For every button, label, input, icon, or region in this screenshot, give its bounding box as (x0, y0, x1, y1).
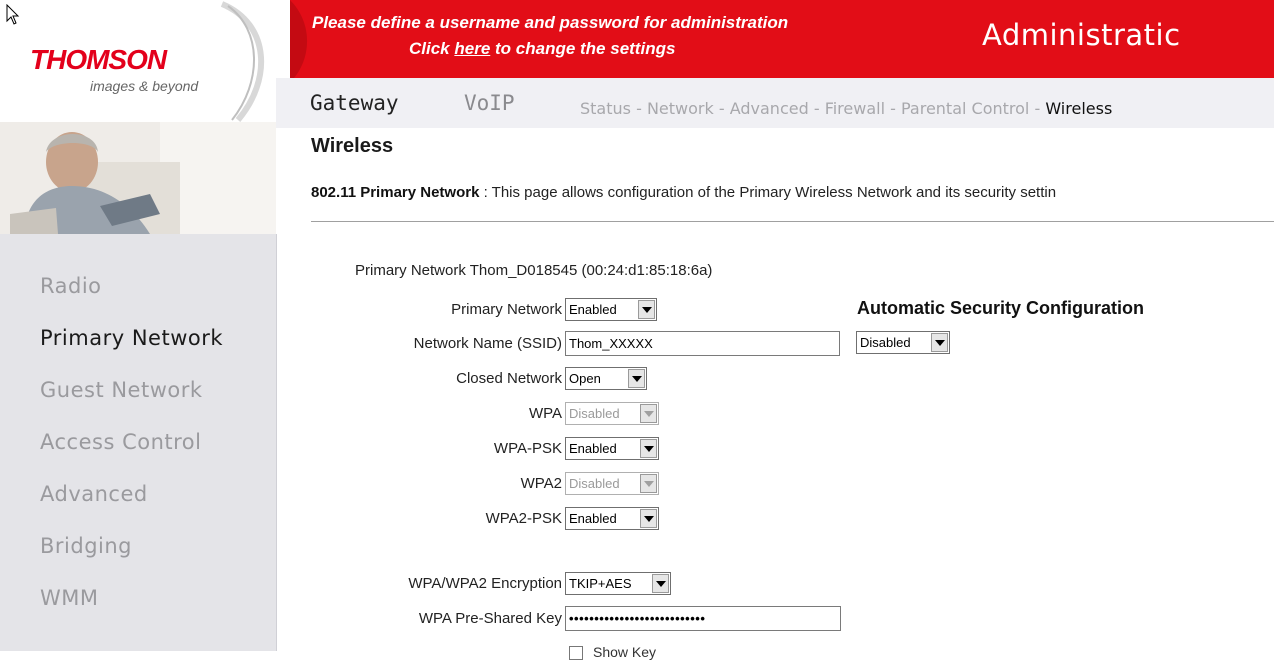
ssid-label: Network Name (SSID) (413, 335, 562, 352)
subnav-advanced[interactable]: Advanced (730, 99, 809, 118)
subnav-network[interactable]: Network (647, 99, 714, 118)
change-settings-link[interactable]: here (454, 39, 490, 58)
primary-network-select[interactable]: Enabled (565, 298, 657, 321)
sidebar-item-bridging[interactable]: Bridging (40, 534, 132, 558)
page-description: 802.11 Primary Network : This page allow… (311, 184, 1057, 201)
network-heading: Primary Network Thom_D018545 (00:24:d1:8… (355, 262, 713, 279)
wpa-label: WPA (528, 405, 562, 422)
tab-voip[interactable]: VoIP (464, 91, 515, 115)
subnav-parental-control[interactable]: Parental Control (901, 99, 1029, 118)
primary-network-label: Primary Network (451, 301, 562, 318)
chevron-down-icon (652, 574, 669, 593)
page-title: Wireless (311, 135, 394, 157)
mouse-cursor-icon (6, 4, 20, 25)
psk-masked-value: ••••••••••••••••••••••••••• (569, 611, 706, 626)
chevron-down-icon (640, 474, 657, 493)
show-key-checkbox[interactable]: Show Key (569, 644, 656, 660)
top-banner: Please define a username and password fo… (290, 0, 1274, 78)
chevron-down-icon (640, 404, 657, 423)
logo-area: THOMSON images & beyond (0, 0, 276, 122)
sidebar-item-wmm[interactable]: WMM (40, 586, 99, 610)
admin-notice-line2: Click here to change the settings (409, 39, 676, 58)
subnav-firewall[interactable]: Firewall (825, 99, 885, 118)
auto-security-select[interactable]: Disabled (856, 331, 950, 354)
chevron-down-icon (638, 300, 655, 319)
page-section-title: Administratic (982, 18, 1181, 52)
closed-network-select[interactable]: Open (565, 367, 647, 390)
chevron-down-icon (931, 333, 948, 352)
psk-label: WPA Pre-Shared Key (418, 610, 562, 627)
wpa2-psk-select[interactable]: Enabled (565, 507, 659, 530)
psk-input[interactable]: ••••••••••••••••••••••••••• (565, 606, 841, 631)
admin-notice-line1: Please define a username and password fo… (312, 13, 789, 32)
tab-gateway[interactable]: Gateway (310, 91, 399, 115)
ssid-input[interactable]: Thom_XXXXX (565, 331, 840, 356)
chevron-down-icon (640, 509, 657, 528)
man-with-laptop-image (0, 122, 276, 234)
wpa2-label: WPA2 (520, 475, 562, 492)
divider (311, 221, 1274, 222)
brand-tagline: images & beyond (90, 78, 199, 94)
wpa-psk-select[interactable]: Enabled (565, 437, 659, 460)
sidebar-item-advanced[interactable]: Advanced (40, 482, 148, 506)
subnav-status[interactable]: Status (580, 99, 631, 118)
encryption-select[interactable]: TKIP+AES (565, 572, 671, 595)
subnav: Status - Network - Advanced - Firewall -… (580, 99, 1113, 118)
chevron-down-icon (640, 439, 657, 458)
auto-security-heading: Automatic Security Configuration (857, 298, 1145, 318)
wpa2-select: Disabled (565, 472, 659, 495)
wpa-select: Disabled (565, 402, 659, 425)
sidebar: Radio Primary Network Guest Network Acce… (0, 234, 277, 651)
closed-network-label: Closed Network (456, 370, 562, 387)
chevron-down-icon (628, 369, 645, 388)
sidebar-item-radio[interactable]: Radio (40, 274, 102, 298)
sidebar-item-access-control[interactable]: Access Control (40, 430, 201, 454)
user-photo (0, 122, 276, 234)
wpa2-psk-label: WPA2-PSK (485, 510, 562, 527)
checkbox-icon (569, 646, 583, 660)
encryption-label: WPA/WPA2 Encryption (408, 575, 562, 592)
navbar: Gateway VoIP Status - Network - Advanced… (276, 78, 1274, 128)
subnav-wireless[interactable]: Wireless (1045, 99, 1112, 118)
sidebar-item-guest-network[interactable]: Guest Network (40, 378, 203, 402)
wpa-psk-label: WPA-PSK (493, 440, 562, 457)
admin-notice: Please define a username and password fo… (312, 10, 932, 62)
sidebar-item-primary-network[interactable]: Primary Network (40, 326, 223, 350)
brand-logo: THOMSON (30, 44, 167, 75)
